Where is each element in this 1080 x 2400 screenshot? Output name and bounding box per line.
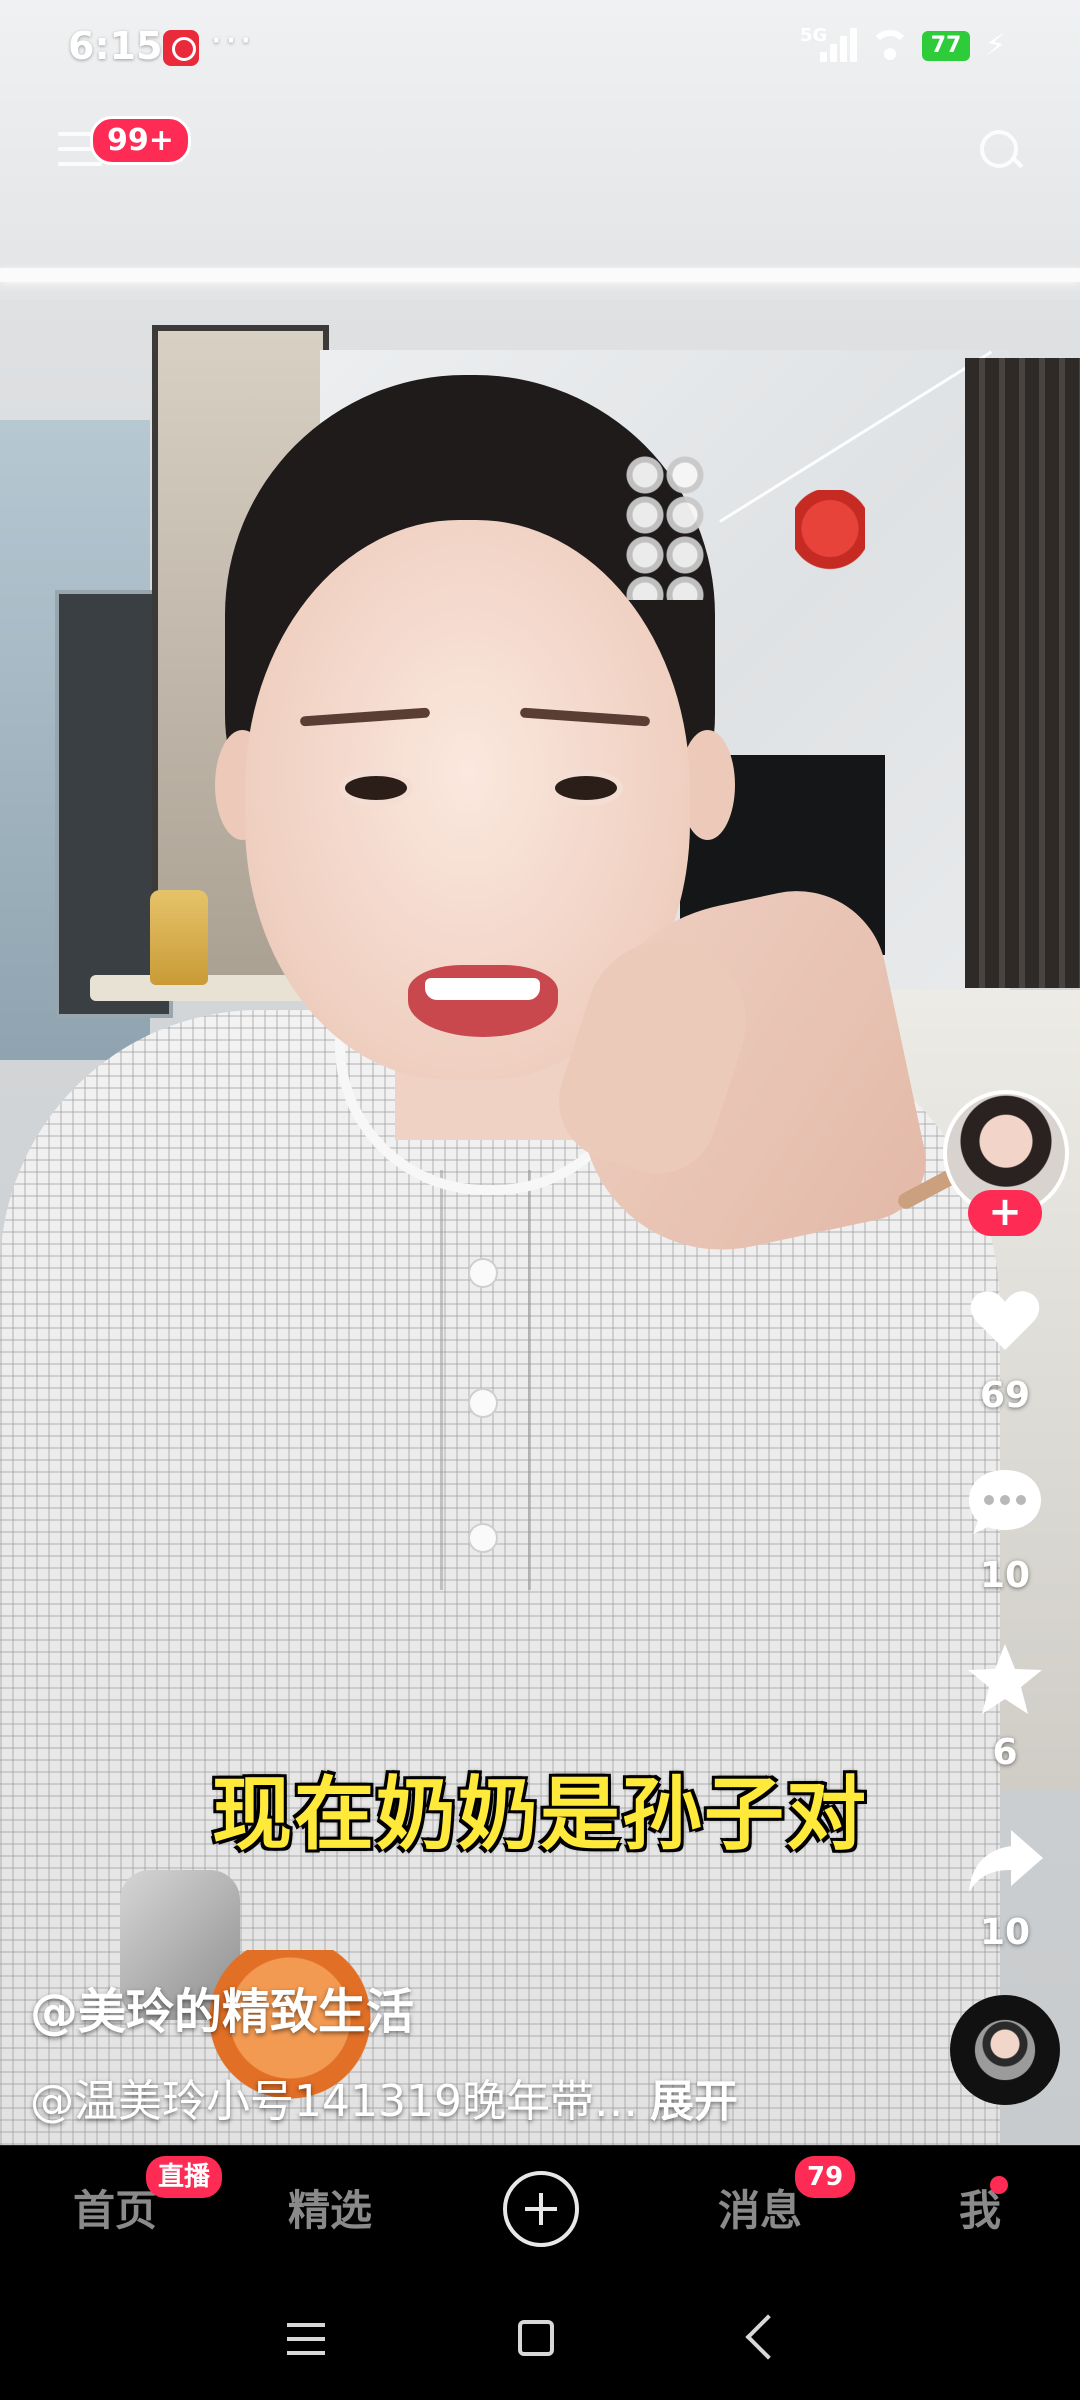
star-icon[interactable] [965, 1640, 1045, 1720]
favorite-count: 6 [992, 1732, 1018, 1773]
system-nav [0, 2275, 1080, 2400]
like-count: 69 [979, 1375, 1031, 1416]
author-name[interactable]: @美玲的精致生活 [30, 1972, 414, 2042]
me-notification-dot [990, 2176, 1008, 2194]
status-bar: 6:15 ··· 5G 77 ⚡ [0, 0, 1080, 100]
notification-badge: 99+ [90, 116, 191, 165]
comment-count: 10 [979, 1555, 1031, 1596]
tab-featured[interactable]: 精选 [265, 2146, 395, 2276]
shirt-button [470, 1260, 496, 1286]
create-icon[interactable] [503, 2171, 579, 2247]
post-description[interactable]: @温美玲小号141319晚年带… 展开 [30, 2065, 738, 2129]
sys-home-icon[interactable] [518, 2320, 554, 2356]
heart-icon[interactable] [965, 1280, 1045, 1360]
signal-icon [820, 26, 860, 62]
screen: 现在奶奶是孙子对 6:15 ··· 5G 77 ⚡ 99+ + 69 10 6 [0, 0, 1080, 2400]
battery-level: 77 [922, 31, 970, 61]
follow-button[interactable]: + [968, 1190, 1042, 1236]
search-icon[interactable] [980, 130, 1024, 172]
wood-slats [965, 358, 1080, 988]
shirt-button [470, 1525, 496, 1551]
bottom-nav: 首页 直播 精选 消息 79 我 [0, 2145, 1080, 2276]
charging-icon: ⚡ [985, 28, 1007, 63]
tab-me[interactable]: 我 [935, 2146, 1025, 2276]
eye [555, 776, 617, 800]
mouth [408, 965, 558, 1037]
shirt-button [470, 1390, 496, 1416]
description-text: @温美玲小号141319晚年带… [30, 2076, 638, 2127]
video-subtitle: 现在奶奶是孙子对 [212, 1768, 868, 1861]
app-notification-icon [163, 30, 199, 66]
wifi-icon [870, 26, 910, 62]
red-ornament [795, 490, 865, 600]
bottle [150, 890, 208, 985]
ceiling-light-strip [0, 268, 1080, 282]
comment-icon[interactable] [965, 1462, 1045, 1542]
sys-menu-icon[interactable] [287, 2323, 325, 2355]
music-disc[interactable] [950, 1995, 1060, 2105]
expand-link[interactable]: 展开 [650, 2076, 738, 2127]
share-count: 10 [979, 1912, 1031, 1953]
teeth [425, 978, 540, 1000]
eye [345, 776, 407, 800]
messages-badge: 79 [795, 2156, 856, 2198]
live-badge: 直播 [146, 2156, 223, 2198]
clock: 6:15 [68, 24, 163, 68]
sys-back-icon[interactable] [745, 2314, 791, 2360]
video-player[interactable]: 现在奶奶是孙子对 [0, 0, 1080, 2145]
hair-clip [625, 455, 705, 600]
share-icon[interactable] [965, 1820, 1045, 1900]
more-notifications: ··· [210, 18, 255, 64]
